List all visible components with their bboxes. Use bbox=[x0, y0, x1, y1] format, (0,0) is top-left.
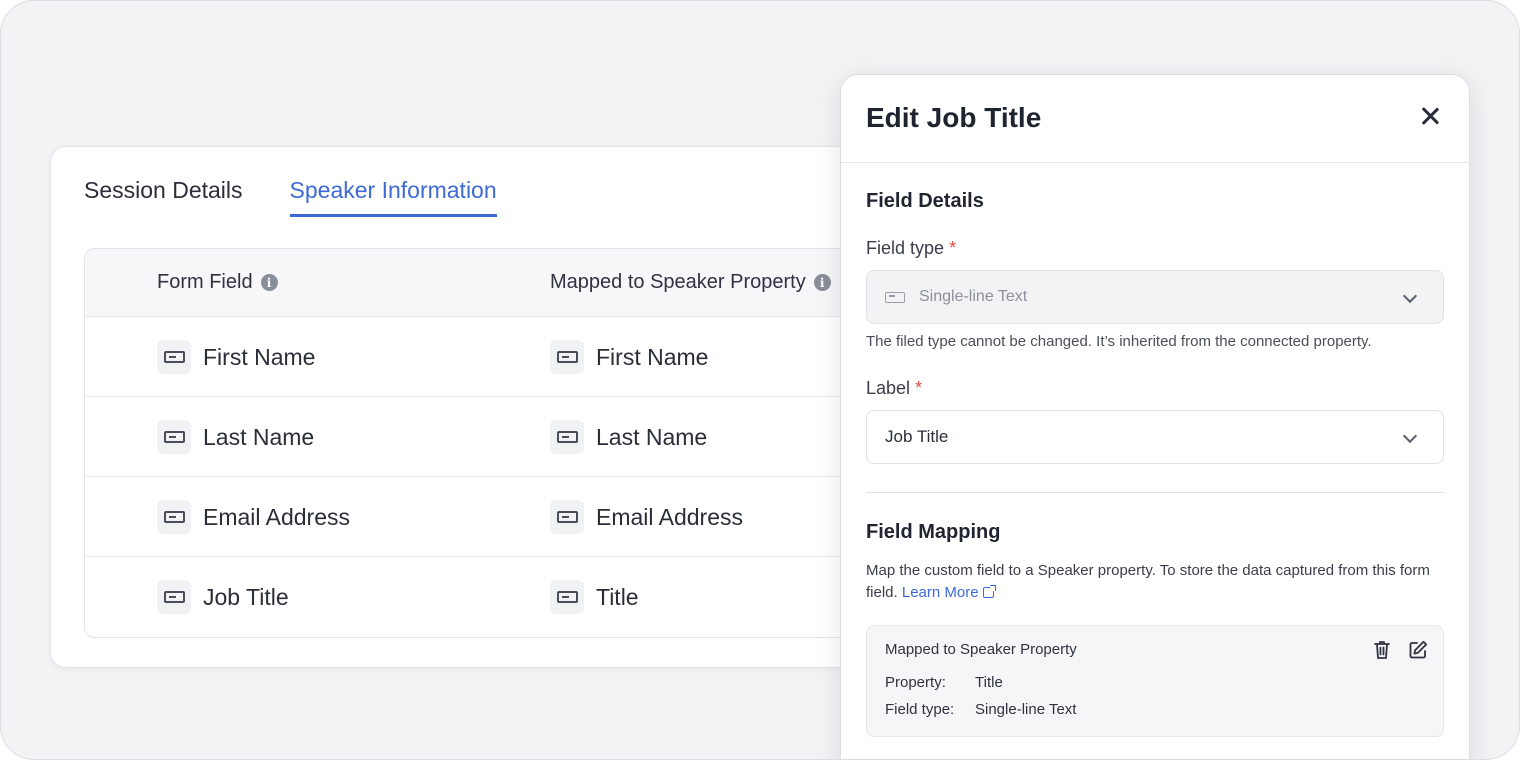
text-field-icon bbox=[885, 291, 905, 303]
tab-session-details[interactable]: Session Details bbox=[84, 177, 243, 217]
table-header: Form Field i Mapped to Speaker Property … bbox=[85, 249, 963, 317]
text-field-icon bbox=[550, 580, 584, 614]
field-type-label: Field type * bbox=[866, 238, 956, 259]
section-divider bbox=[866, 492, 1444, 493]
column-header-mapped: Mapped to Speaker Property i bbox=[550, 271, 831, 294]
tab-bar: Session Details Speaker Information bbox=[84, 177, 497, 217]
mapped-property-name: Title bbox=[596, 583, 639, 610]
property-key: Property: bbox=[885, 674, 946, 691]
mapped-property-cell: First Name bbox=[550, 340, 708, 374]
field-details-title: Field Details bbox=[866, 190, 984, 212]
table-row[interactable]: Last Name Last Name bbox=[85, 397, 963, 477]
app-frame: Session Details Speaker Information Form… bbox=[0, 0, 1520, 760]
field-mapping-title: Field Mapping bbox=[866, 521, 1001, 543]
property-row: Property: Title bbox=[885, 674, 1003, 691]
learn-more-link[interactable]: Learn More bbox=[902, 584, 996, 601]
field-type-select: Single-line Text bbox=[866, 270, 1444, 324]
field-type-key: Field type: bbox=[885, 701, 955, 718]
text-field-icon bbox=[550, 500, 584, 534]
external-link-icon bbox=[982, 585, 996, 598]
field-mapping-table: Form Field i Mapped to Speaker Property … bbox=[84, 248, 964, 638]
field-type-row: Field type: Single-line Text bbox=[885, 701, 1076, 718]
label-value: Job Title bbox=[885, 427, 949, 446]
form-field-cell: Email Address bbox=[157, 500, 350, 534]
info-icon[interactable]: i bbox=[813, 274, 831, 291]
edit-field-panel: Edit Job Title Field Details Field type … bbox=[840, 74, 1470, 759]
column-header-form-field: Form Field i bbox=[157, 271, 278, 294]
mapped-property-cell: Email Address bbox=[550, 500, 743, 534]
trash-icon[interactable] bbox=[1371, 639, 1393, 661]
mapped-property-cell: Title bbox=[550, 580, 639, 614]
chevron-down-icon bbox=[1402, 428, 1418, 444]
text-field-icon bbox=[157, 420, 191, 454]
chevron-down-icon bbox=[1402, 288, 1418, 304]
mapped-property-name: Email Address bbox=[596, 503, 744, 530]
column-header-label: Form Field bbox=[157, 271, 253, 293]
panel-header: Edit Job Title bbox=[841, 75, 1469, 163]
edit-icon[interactable] bbox=[1407, 639, 1429, 661]
form-fields-card: Session Details Speaker Information Form… bbox=[50, 146, 964, 668]
panel-title: Edit Job Title bbox=[866, 102, 1042, 133]
mapped-property-cell: Last Name bbox=[550, 420, 707, 454]
text-field-icon bbox=[550, 420, 584, 454]
mapped-box-title: Mapped to Speaker Property bbox=[885, 641, 1077, 658]
mapped-property-name: Last Name bbox=[596, 423, 708, 450]
text-field-icon bbox=[157, 580, 191, 614]
mapped-property-box: Mapped to Speaker Property Property: Tit… bbox=[866, 625, 1444, 737]
label-select[interactable]: Job Title bbox=[866, 410, 1444, 464]
text-field-icon bbox=[157, 340, 191, 374]
field-type-value: Single-line Text bbox=[919, 288, 1028, 305]
close-icon[interactable] bbox=[1419, 105, 1441, 127]
tab-speaker-information[interactable]: Speaker Information bbox=[289, 177, 497, 217]
table-row[interactable]: Email Address Email Address bbox=[85, 477, 963, 557]
required-indicator: * bbox=[915, 378, 923, 398]
field-type-value: Single-line Text bbox=[975, 701, 1077, 718]
mapped-property-name: First Name bbox=[596, 343, 709, 370]
label-label-text: Label bbox=[866, 378, 911, 398]
text-field-icon bbox=[157, 500, 191, 534]
form-field-name: First Name bbox=[203, 343, 316, 370]
label-label: Label * bbox=[866, 378, 922, 399]
form-field-name: Email Address bbox=[203, 503, 351, 530]
info-icon[interactable]: i bbox=[260, 274, 278, 291]
table-row[interactable]: Job Title Title bbox=[85, 557, 963, 637]
property-value: Title bbox=[975, 674, 1003, 691]
field-type-label-text: Field type bbox=[866, 238, 945, 258]
field-mapping-description: Map the custom field to a Speaker proper… bbox=[866, 560, 1436, 604]
field-type-help-text: The filed type cannot be changed. It’s i… bbox=[866, 333, 1372, 350]
form-field-cell: Last Name bbox=[157, 420, 314, 454]
form-field-cell: First Name bbox=[157, 340, 315, 374]
text-field-icon bbox=[550, 340, 584, 374]
form-field-name: Last Name bbox=[203, 423, 315, 450]
form-field-name: Job Title bbox=[203, 583, 289, 610]
column-header-label: Mapped to Speaker Property bbox=[550, 271, 806, 293]
required-indicator: * bbox=[949, 238, 957, 258]
table-row[interactable]: First Name First Name bbox=[85, 317, 963, 397]
form-field-cell: Job Title bbox=[157, 580, 289, 614]
